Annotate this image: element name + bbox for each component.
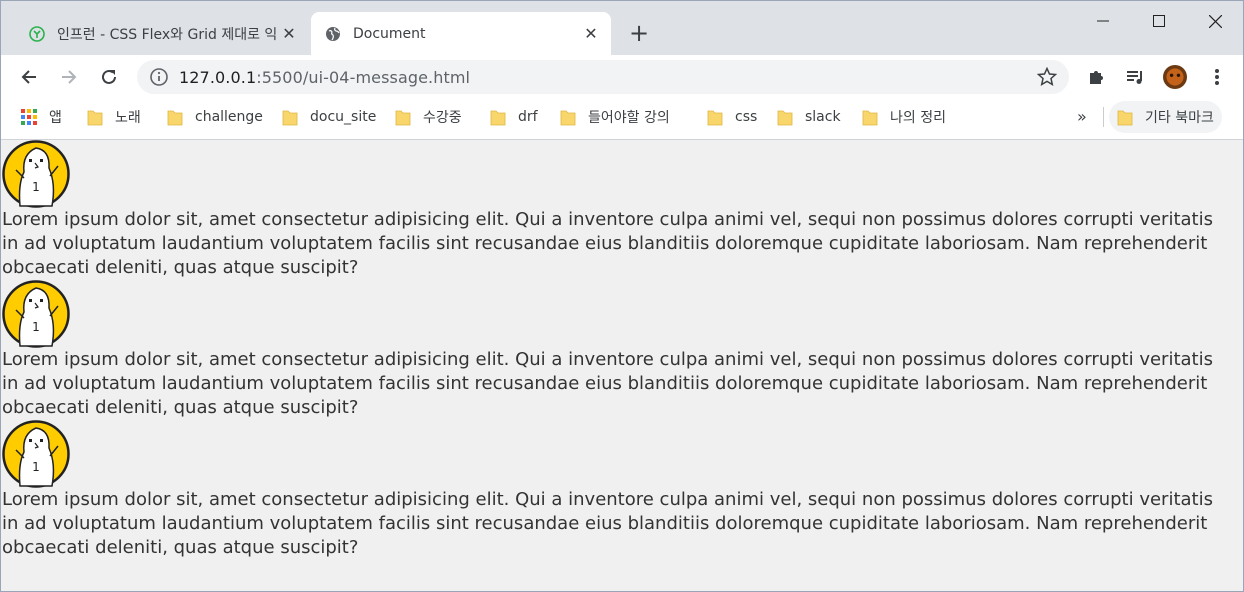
tab-title: 인프런 - CSS Flex와 Grid 제대로 익히기	[57, 26, 277, 43]
message-text: Lorem ipsum dolor sit, amet consectetur …	[2, 489, 1213, 558]
address-bar[interactable]: 127.0.0.1:5500/ui-04-message.html	[137, 60, 1069, 94]
media-button[interactable]	[1123, 65, 1147, 89]
profile-picture-icon	[1163, 65, 1187, 89]
message-item: 1 Lorem ipsum dolor sit, amet consectetu…	[2, 140, 1242, 280]
kebab-menu-icon	[1215, 69, 1219, 85]
message-text: Lorem ipsum dolor sit, amet consectetur …	[2, 209, 1213, 278]
playlist-icon	[1127, 71, 1142, 84]
bookmark-label: 기타 북마크	[1145, 110, 1214, 126]
folder-icon	[395, 110, 411, 126]
url-path: :5500/ui-04-message.html	[256, 67, 471, 87]
bookmarks-divider	[1103, 107, 1104, 127]
folder-icon	[862, 110, 878, 126]
bookmark-label: 나의 정리	[890, 110, 946, 126]
forward-button[interactable]	[55, 63, 83, 91]
svg-text:1: 1	[32, 320, 40, 334]
tab-close-icon[interactable]: ✕	[277, 24, 301, 43]
minimize-icon	[1097, 20, 1109, 22]
message-item: 1 Lorem ipsum dolor sit, amet consectetu…	[2, 280, 1242, 420]
menu-button[interactable]	[1205, 65, 1229, 89]
bookmark-label: css	[735, 109, 758, 125]
svg-text:1: 1	[32, 180, 40, 194]
bookmark-label: docu_site	[310, 109, 377, 125]
bookmark-folder[interactable]: docu_site	[282, 99, 376, 135]
bookmark-folder[interactable]: 들어야할 강의	[560, 99, 670, 135]
bookmark-label: 들어야할 강의	[588, 110, 670, 126]
arrow-right-icon	[62, 70, 77, 84]
bookmark-folder[interactable]: challenge	[167, 99, 263, 135]
tab-document[interactable]: Document ✕	[311, 12, 611, 55]
extensions-button[interactable]	[1085, 65, 1109, 89]
puzzle-icon	[1090, 71, 1103, 84]
folder-icon	[87, 110, 103, 126]
folder-icon	[167, 110, 183, 126]
reload-icon	[102, 69, 116, 84]
bookmark-folder[interactable]: 노래	[87, 99, 141, 135]
folder-icon	[490, 110, 506, 126]
tab-inflearn[interactable]: 인프런 - CSS Flex와 Grid 제대로 익히기 ✕	[15, 12, 309, 55]
bookmark-label: challenge	[195, 109, 263, 125]
bookmark-apps[interactable]: 앱	[21, 99, 62, 135]
maximize-button[interactable]	[1131, 1, 1187, 41]
tab-title: Document	[353, 25, 426, 42]
globe-icon	[326, 26, 340, 41]
bookmark-folder[interactable]: css	[707, 99, 757, 135]
arrow-left-icon	[21, 70, 36, 84]
folder-icon	[707, 110, 723, 126]
cartoon-character-icon: 1	[2, 140, 70, 208]
profile-avatar[interactable]	[1163, 65, 1187, 89]
bookmark-folder[interactable]: 수강중	[395, 99, 462, 135]
message-item: 1 Lorem ipsum dolor sit, amet consectetu…	[2, 420, 1242, 560]
bookmarks-bar: 앱 노래 challenge docu_site 수강중 drf 들어야할 강의…	[1, 99, 1243, 140]
star-icon[interactable]	[1037, 67, 1057, 87]
reload-button[interactable]	[95, 63, 123, 91]
tab-close-icon[interactable]: ✕	[579, 24, 603, 43]
folder-icon	[1117, 110, 1133, 126]
close-window-button[interactable]	[1187, 1, 1243, 41]
bookmark-folder[interactable]: slack	[777, 99, 841, 135]
folder-icon	[777, 110, 793, 126]
new-tab-button[interactable]: +	[625, 20, 653, 48]
folder-icon	[560, 110, 576, 126]
info-icon[interactable]	[149, 67, 169, 87]
bookmark-folder[interactable]: drf	[490, 99, 538, 135]
other-bookmarks-folder[interactable]: 기타 북마크	[1109, 101, 1222, 133]
bookmark-label: 앱	[49, 110, 62, 126]
bookmark-label: drf	[518, 109, 538, 125]
apps-grid-icon	[21, 109, 37, 125]
bookmark-label: 노래	[115, 110, 141, 126]
inflearn-favicon-icon	[29, 25, 45, 42]
folder-icon	[282, 110, 298, 126]
page-content: 1 Lorem ipsum dolor sit, amet consectetu…	[2, 140, 1242, 560]
bookmark-folder[interactable]: 나의 정리	[862, 99, 946, 135]
url-host: 127.0.0.1	[179, 67, 257, 87]
maximize-icon	[1153, 15, 1165, 27]
bookmarks-overflow-button[interactable]: »	[1077, 107, 1087, 126]
tab-strip: 인프런 - CSS Flex와 Grid 제대로 익히기 ✕ Document …	[1, 1, 1243, 55]
cartoon-character-icon: 1	[2, 420, 70, 488]
url-text[interactable]: 127.0.0.1:5500/ui-04-message.html	[179, 68, 470, 87]
bookmark-label: 수강중	[423, 110, 462, 126]
close-icon	[1208, 14, 1222, 28]
minimize-button[interactable]	[1075, 1, 1131, 41]
back-button[interactable]	[15, 63, 43, 91]
browser-toolbar: 127.0.0.1:5500/ui-04-message.html	[1, 55, 1243, 99]
svg-text:1: 1	[32, 460, 40, 474]
message-text: Lorem ipsum dolor sit, amet consectetur …	[2, 349, 1213, 418]
cartoon-character-icon: 1	[2, 280, 70, 348]
bookmark-label: slack	[805, 109, 841, 125]
